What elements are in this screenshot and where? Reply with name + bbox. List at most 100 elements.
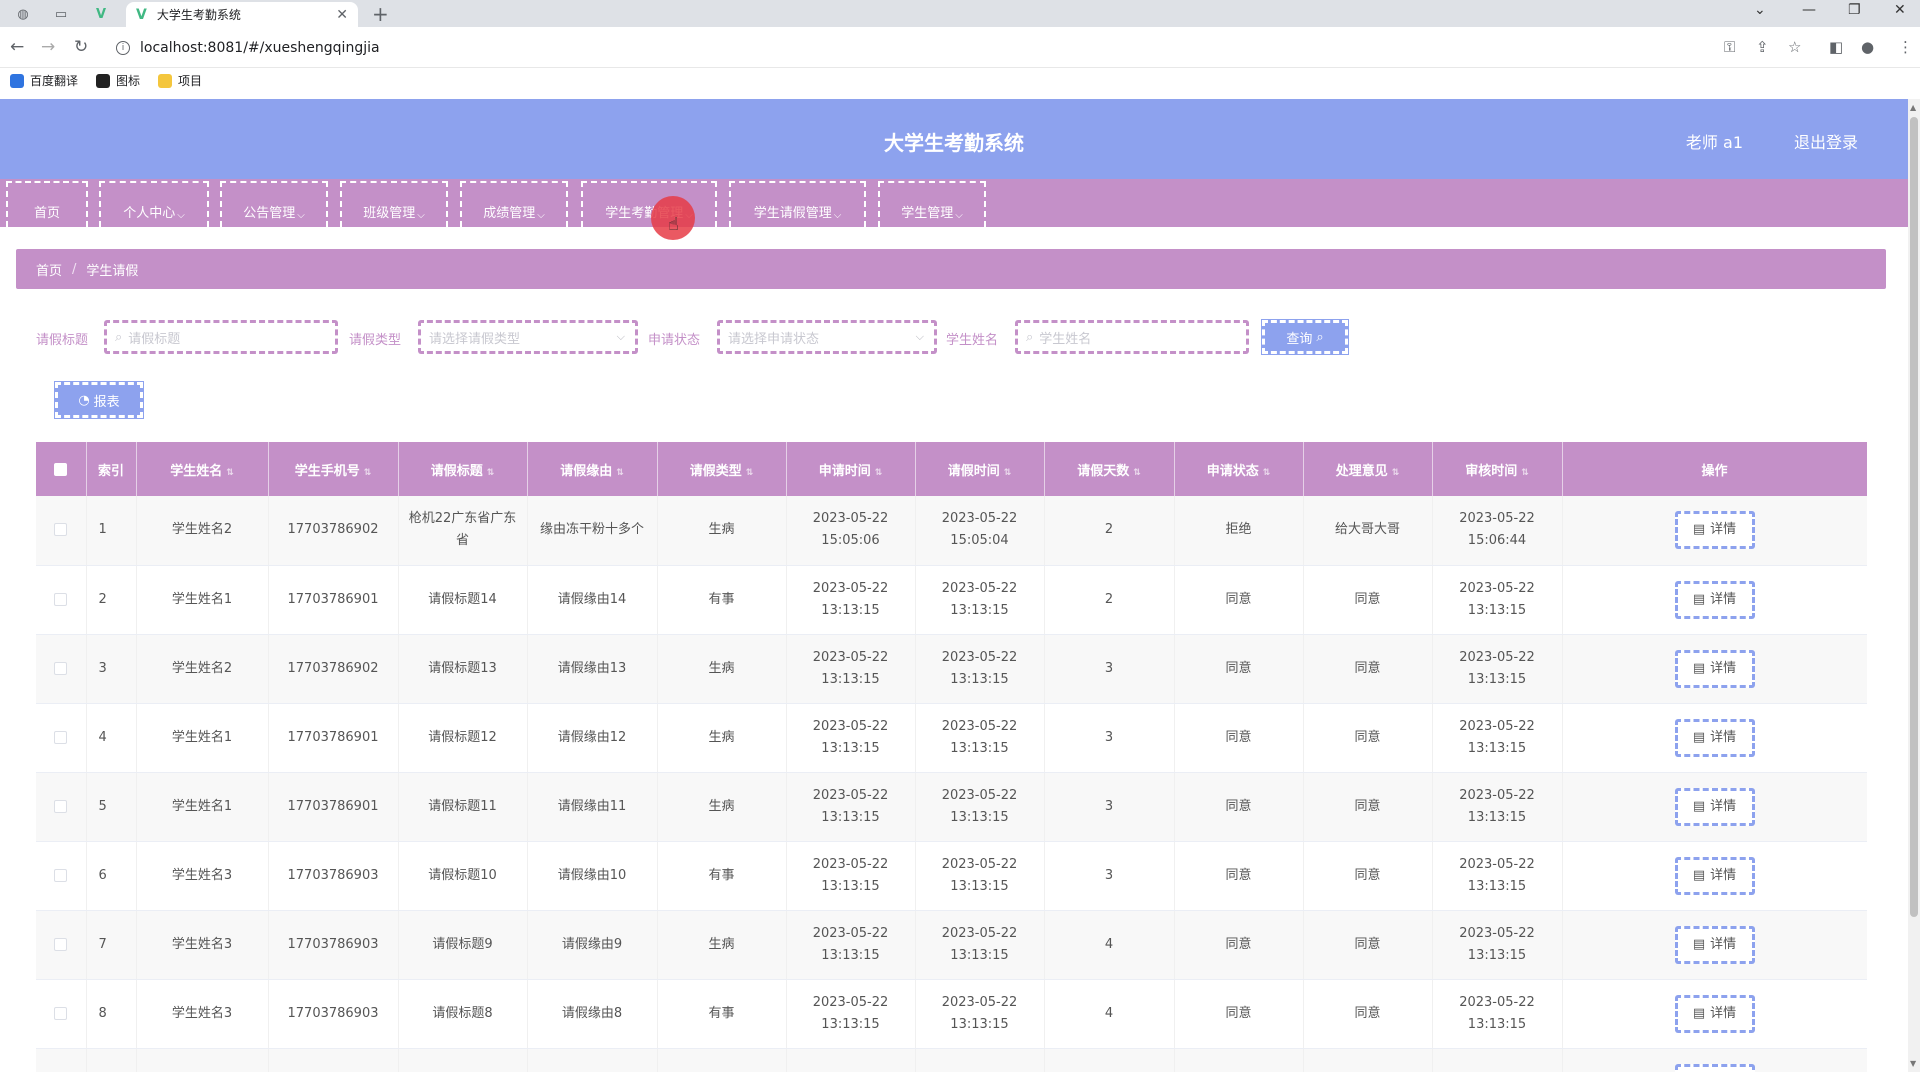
table-cell: 同意 (1174, 979, 1304, 1049)
header-label: 请假缘由 (560, 463, 613, 479)
new-tab-icon[interactable]: + (372, 2, 389, 26)
row-select-cell (36, 496, 87, 566)
row-checkbox[interactable] (54, 937, 68, 951)
bookmark-folder-projects[interactable]: 项目 (158, 72, 202, 89)
row-checkbox[interactable] (54, 868, 68, 882)
sort-icon[interactable]: ⇅ (1263, 468, 1271, 478)
profile-avatar-icon[interactable]: ● (1861, 38, 1874, 56)
bookmark-baidu-translate[interactable]: 百度翻译 (10, 72, 78, 89)
menu-announcements[interactable]: 公告管理 ⌵ (220, 181, 328, 227)
bookmark-label: 图标 (116, 74, 141, 88)
detail-button[interactable]: ▤详情 (1674, 856, 1755, 895)
table-cell: 2023-05-22 13: (786, 1048, 916, 1072)
tab-search-chevron-icon[interactable]: ⌄ (1754, 2, 1766, 18)
detail-button[interactable]: ▤详情 (1674, 1063, 1755, 1072)
sort-icon[interactable]: ⇅ (1392, 468, 1400, 478)
detail-button[interactable]: ▤详情 (1674, 787, 1755, 826)
share-icon[interactable]: ⇪ (1756, 38, 1769, 56)
scrollbar-thumb[interactable] (1910, 117, 1918, 917)
menu-grades[interactable]: 成绩管理 ⌵ (460, 181, 568, 227)
pinned-tab-blank-icon[interactable]: ▭ (46, 3, 76, 25)
menu-students[interactable]: 学生管理 ⌵ (878, 181, 986, 227)
table-cell: 2023-05-22 13:13:15 (786, 979, 916, 1049)
menu-attendance[interactable]: 学生考勤管理⌵ (581, 181, 717, 227)
logout-link[interactable]: 退出登录 (1794, 129, 1858, 153)
menu-home[interactable]: 首页 (6, 181, 88, 227)
row-checkbox[interactable] (54, 799, 68, 813)
url-field[interactable]: i localhost:8081/#/xueshengqingjia (106, 33, 1690, 63)
title-filter-input[interactable]: ⌕ 请假标题 (104, 320, 338, 354)
column-header[interactable]: 申请状态 ⇅ (1174, 442, 1304, 496)
pinned-tab-vue-icon[interactable]: V (86, 3, 116, 25)
browser-tab-bar: ◍ ▭ V V 大学生考勤系统 ✕ + ⌄ — ❐ ✕ (0, 0, 1920, 27)
row-checkbox[interactable] (54, 592, 68, 606)
status-filter-select[interactable]: 请选择申请状态 ⌵ (717, 320, 937, 354)
row-checkbox[interactable] (54, 730, 68, 744)
breadcrumb-home[interactable]: 首页 (36, 260, 62, 279)
sort-icon[interactable]: ⇅ (226, 468, 234, 478)
table-cell: 2023-05-22 13:13:15 (915, 634, 1045, 704)
column-header[interactable]: 请假时间 ⇅ (915, 442, 1045, 496)
browser-menu-icon[interactable]: ⋮ (1898, 38, 1913, 56)
row-checkbox[interactable] (54, 1006, 68, 1020)
sort-icon[interactable]: ⇅ (487, 468, 495, 478)
sort-icon[interactable]: ⇅ (1133, 468, 1141, 478)
query-button[interactable]: 查询 ⌕ (1261, 319, 1349, 355)
key-icon[interactable]: ⚿ (1724, 38, 1735, 56)
back-icon[interactable]: ← (10, 37, 24, 57)
row-checkbox[interactable] (54, 661, 68, 675)
sort-icon[interactable]: ⇅ (875, 468, 883, 478)
detail-button[interactable]: ▤详情 (1674, 649, 1755, 688)
close-tab-icon[interactable]: ✕ (336, 7, 348, 23)
report-button[interactable]: ◔ 报表 (54, 381, 144, 419)
column-header[interactable]: 处理意见 ⇅ (1303, 442, 1433, 496)
sort-icon[interactable]: ⇅ (1521, 468, 1529, 478)
actions-cell: ▤详情 (1562, 703, 1867, 773)
side-panel-icon[interactable]: ◧ (1829, 38, 1843, 56)
sort-icon[interactable]: ⇅ (616, 468, 624, 478)
column-header[interactable]: 请假缘由 ⇅ (527, 442, 658, 496)
table-cell: 17703786901 (268, 772, 399, 842)
reload-icon[interactable]: ↻ (74, 37, 88, 57)
row-checkbox[interactable] (54, 523, 68, 537)
sort-icon[interactable]: ⇅ (746, 468, 754, 478)
column-header[interactable]: 审核时间 ⇅ (1432, 442, 1563, 496)
detail-button[interactable]: ▤详情 (1674, 718, 1755, 757)
table-cell (86, 1048, 137, 1072)
page-scrollbar[interactable]: ▲ ▼ (1908, 99, 1920, 1072)
detail-button[interactable]: ▤详情 (1674, 925, 1755, 964)
menu-personal-center[interactable]: 个人中心 ⌵ (99, 181, 209, 227)
bookmark-star-icon[interactable]: ☆ (1788, 38, 1801, 56)
menu-classes[interactable]: 班级管理 ⌵ (340, 181, 448, 227)
name-filter-input[interactable]: ⌕ 学生姓名 (1015, 320, 1249, 354)
column-header[interactable]: 请假类型 ⇅ (657, 442, 787, 496)
sort-icon[interactable]: ⇅ (364, 468, 372, 478)
detail-button[interactable]: ▤详情 (1674, 511, 1755, 550)
scroll-down-icon[interactable]: ▼ (1910, 1059, 1916, 1068)
detail-button[interactable]: ▤详情 (1674, 994, 1755, 1033)
column-header[interactable]: 学生姓名 ⇅ (136, 442, 269, 496)
leave-table: 索引 学生姓名 ⇅ 学生手机号 ⇅ 请假标题 ⇅ 请假缘由 ⇅ 请假类型 ⇅ 申请时间 ⇅ … (36, 442, 1867, 1072)
type-filter-select[interactable]: 请选择请假类型 ⌵ (418, 320, 638, 354)
pinned-tab-globe-icon[interactable]: ◍ (8, 3, 38, 25)
close-window-icon[interactable]: ✕ (1894, 2, 1906, 18)
menu-leave[interactable]: 学生请假管理 ⌵ (729, 181, 866, 227)
table-cell: 2023-05-22 13:13:15 (1432, 634, 1563, 704)
column-header[interactable]: 学生手机号 ⇅ (268, 442, 399, 496)
detail-button[interactable]: ▤详情 (1674, 580, 1755, 619)
row-select-cell (36, 703, 87, 773)
select-all-checkbox[interactable] (54, 462, 68, 476)
sort-icon[interactable]: ⇅ (1004, 468, 1012, 478)
restore-icon[interactable]: ❐ (1848, 2, 1861, 18)
bookmark-icons[interactable]: 图标 (96, 72, 140, 89)
site-info-icon[interactable]: i (116, 41, 130, 55)
active-browser-tab[interactable]: V 大学生考勤系统 ✕ (126, 2, 358, 27)
column-header[interactable]: 申请时间 ⇅ (786, 442, 916, 496)
forward-icon[interactable]: → (41, 37, 55, 57)
menu-label: 公告管理 (243, 206, 296, 221)
minimize-icon[interactable]: — (1802, 2, 1816, 18)
column-header[interactable]: 请假标题 ⇅ (398, 442, 528, 496)
scroll-up-icon[interactable]: ▲ (1910, 103, 1916, 112)
column-header[interactable]: 请假天数 ⇅ (1044, 442, 1175, 496)
table-cell: 2023-05-22 13:13:15 (786, 841, 916, 911)
